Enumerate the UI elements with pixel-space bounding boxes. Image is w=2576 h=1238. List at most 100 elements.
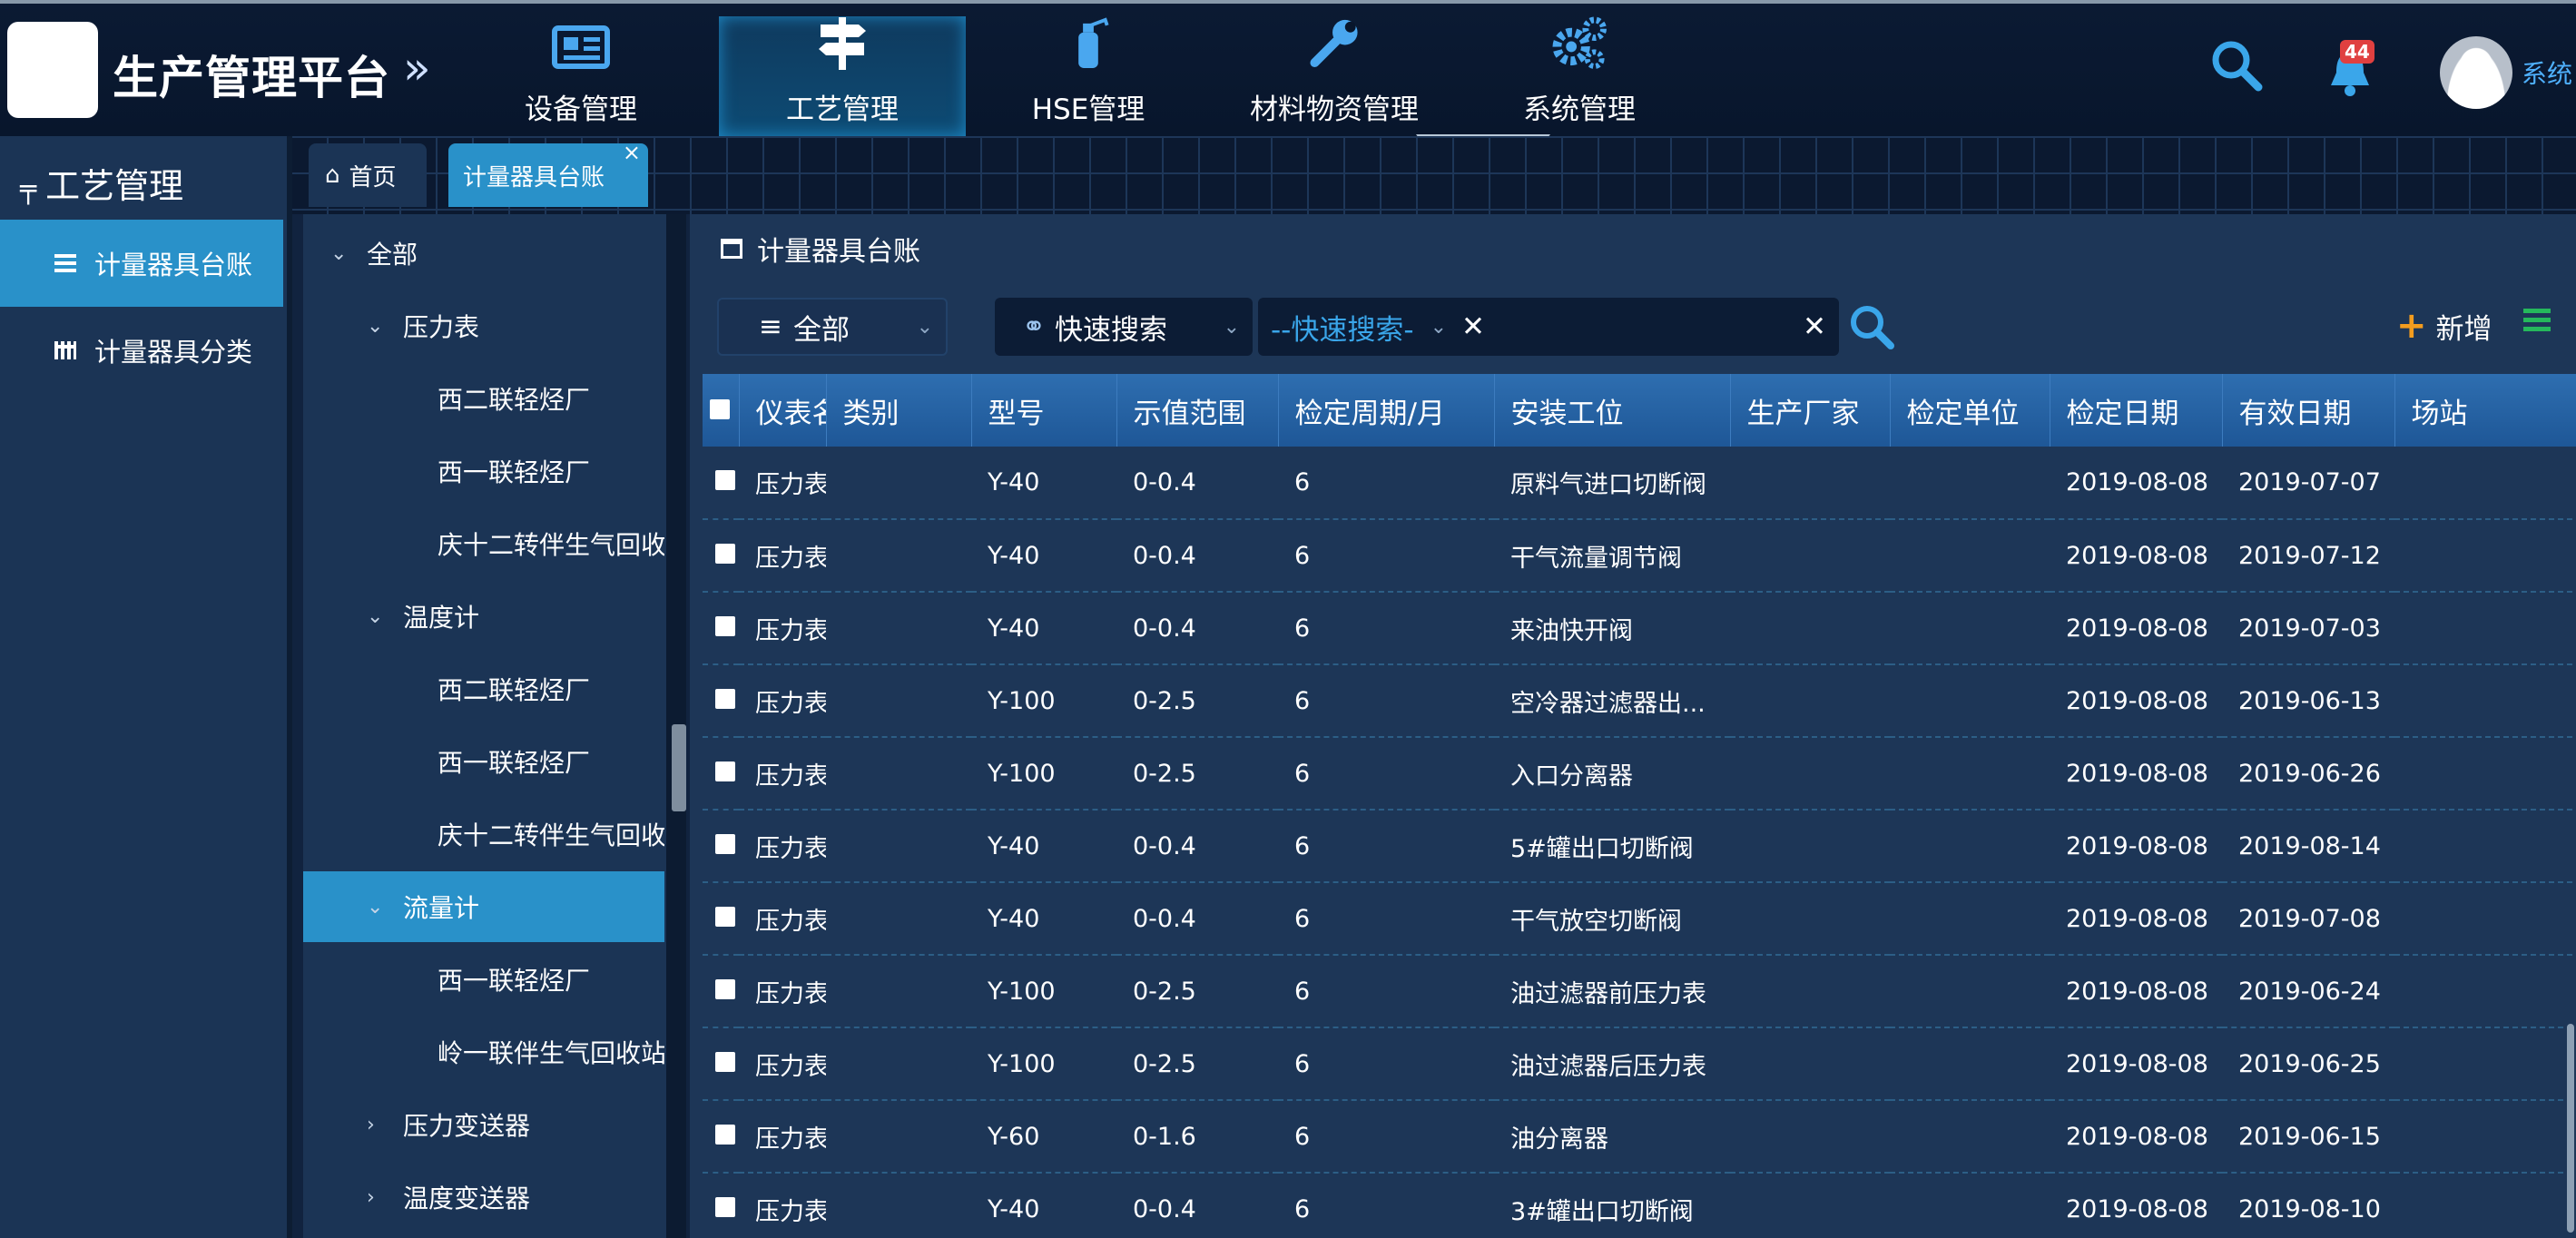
table-cell: 2019-07-08 — [2222, 882, 2394, 956]
table-cell — [1890, 955, 2050, 1028]
tree-node[interactable]: 西一联轻烃厂 — [303, 726, 664, 797]
table-cell — [1890, 1100, 2050, 1174]
tree-node[interactable]: › 温度变送器 — [303, 1162, 664, 1233]
table-cell: 压力表 — [739, 1027, 826, 1101]
tree-node[interactable]: 西二联轻烃厂 — [303, 653, 664, 724]
search-button-icon[interactable] — [1848, 303, 1895, 350]
table-cell — [2394, 737, 2576, 811]
row-checkbox[interactable] — [715, 1196, 735, 1217]
tree-node[interactable]: ⌄ 全部 — [303, 218, 664, 289]
tree-node[interactable]: 西一联轻烃厂 — [303, 944, 664, 1015]
table-cell: 2019-08-08 — [2050, 1027, 2222, 1101]
menu-toggle-icon[interactable]: » — [403, 42, 431, 94]
scrollbar[interactable] — [2567, 1024, 2574, 1233]
close-icon[interactable]: × — [623, 140, 641, 165]
tree-node[interactable]: ⌄ 流量计 — [303, 871, 664, 942]
row-checkbox[interactable] — [715, 906, 735, 927]
nav-hse[interactable]: HSE管理 — [1002, 16, 1175, 136]
clear-search-icon[interactable]: ✕ — [1803, 310, 1826, 343]
table-cell: 2019-07-03 — [2222, 592, 2394, 665]
row-checkbox[interactable] — [715, 1051, 735, 1072]
tree-node[interactable]: 西二联轻烃厂 — [303, 363, 664, 434]
chevron-down-icon[interactable]: ⌄ — [367, 896, 387, 919]
quick-search-select[interactable]: ⚭ 快速搜索 ⌄ — [995, 298, 1253, 356]
table-row[interactable]: 压力表 Y-60 0-1.6 6 油分离器 2019-08-08 2019-06-15 — [703, 1100, 2576, 1174]
row-checkbox[interactable] — [715, 1124, 735, 1145]
table-row[interactable]: 压力表 Y-40 0-0.4 6 干气流量调节阀 2019-08-08 2019-07-12 — [703, 519, 2576, 593]
table-cell — [1730, 1027, 1890, 1101]
search-input[interactable]: --快速搜索- ⌄ ✕ ✕ — [1258, 298, 1839, 356]
tab-ledger[interactable]: 计量器具台账 × — [448, 140, 648, 207]
chevron-down-icon[interactable]: ⌄ — [330, 242, 350, 265]
column-header[interactable]: 检定周期/月 — [1278, 374, 1495, 447]
column-header[interactable]: 仪表名称 — [739, 374, 827, 447]
table-cell: 2019-08-08 — [2050, 810, 2222, 883]
column-menu-icon[interactable] — [2523, 309, 2551, 334]
row-checkbox[interactable] — [715, 761, 735, 781]
column-header[interactable]: 示值范围 — [1116, 374, 1279, 447]
table-cell — [2394, 1173, 2576, 1238]
row-checkbox[interactable] — [715, 615, 735, 636]
sidebar-item-ledger[interactable]: 计量器具台账 — [0, 220, 283, 307]
table-cell: 6 — [1278, 955, 1494, 1028]
list-icon — [54, 254, 76, 272]
table-row[interactable]: 压力表 Y-100 0-2.5 6 油过滤器后压力表 2019-08-08 2019-06-… — [703, 1027, 2576, 1101]
table-row[interactable]: 压力表 Y-40 0-0.4 6 来油快开阀 2019-08-08 2019-07-03 — [703, 592, 2576, 665]
table-row[interactable]: 压力表 Y-40 0-0.4 6 干气放空切断阀 2019-08-08 2019-07-08 — [703, 882, 2576, 956]
chevron-down-icon[interactable]: ⌄ — [1431, 316, 1447, 339]
avatar[interactable] — [2440, 36, 2512, 109]
select-all-checkbox[interactable] — [710, 399, 730, 419]
column-header[interactable]: 检定日期 — [2050, 374, 2223, 447]
column-header[interactable]: 检定单位 — [1890, 374, 2050, 447]
nav-process[interactable]: 工艺管理 — [719, 16, 966, 136]
column-header[interactable]: 类别 — [826, 374, 972, 447]
sidebar-item-category[interactable]: 计量器具分类 — [0, 307, 283, 394]
table-cell: 5#罐出口切断阀 — [1494, 810, 1730, 883]
chevron-right-icon[interactable]: › — [367, 1186, 387, 1209]
nav-equipment[interactable]: 设备管理 — [497, 16, 664, 136]
nav-system[interactable]: 系统管理 — [1499, 16, 1659, 136]
user-name[interactable]: 系统 — [2522, 54, 2572, 91]
table-row[interactable]: 压力表 Y-40 0-0.4 6 原料气进口切断阀 2019-08-08 2019-07-0… — [703, 447, 2576, 520]
row-checkbox[interactable] — [715, 978, 735, 999]
column-header[interactable]: 有效日期 — [2222, 374, 2395, 447]
filter-select[interactable]: ≡ 全部 ⌄ — [717, 298, 948, 356]
table-row[interactable]: 压力表 Y-100 0-2.5 6 空冷器过滤器出... 2019-08-08 2019-0… — [703, 664, 2576, 738]
tree-node[interactable]: ⌄ 压力表 — [303, 290, 664, 361]
column-header[interactable]: 安装工位 — [1494, 374, 1731, 447]
chevron-down-icon[interactable]: ⌄ — [367, 605, 387, 628]
row-checkbox[interactable] — [715, 688, 735, 709]
table-cell: 2019-08-08 — [2050, 1100, 2222, 1174]
tree-node[interactable]: › 压力变送器 — [303, 1089, 664, 1160]
table-row[interactable]: 压力表 Y-40 0-0.4 6 5#罐出口切断阀 2019-08-08 2019-08-1… — [703, 810, 2576, 883]
tree-node[interactable]: 岭一联伴生气回收站 — [303, 1017, 664, 1087]
tree-node[interactable]: ⌄ 温度计 — [303, 581, 664, 652]
row-checkbox[interactable] — [715, 833, 735, 854]
column-header[interactable]: 场站 — [2394, 374, 2576, 447]
row-checkbox[interactable] — [715, 470, 735, 490]
column-header[interactable]: 型号 — [971, 374, 1117, 447]
add-button[interactable]: + 新增 — [2396, 305, 2492, 347]
chevron-right-icon[interactable]: › — [367, 1114, 387, 1136]
chevron-down-icon[interactable]: ⌄ — [367, 315, 387, 338]
clear-icon[interactable]: ✕ — [1461, 310, 1485, 343]
table-row[interactable]: 压力表 Y-100 0-2.5 6 油过滤器前压力表 2019-08-08 2019-06-… — [703, 955, 2576, 1028]
tree-node[interactable]: 庆十二转伴生气回收站 — [303, 508, 664, 579]
collapse-tree-handle[interactable] — [672, 724, 686, 811]
quick-search-label: 快速搜索 — [1054, 313, 1167, 347]
sidebar-item-label: 计量器具分类 — [94, 337, 253, 368]
main-panel: 计量器具台账 ≡ 全部 ⌄ ⚭快速搜索 ⌄ --快速搜索- ⌄ ✕ ✕ +新增 仪表名称类别… — [690, 214, 2576, 1238]
logo — [7, 22, 98, 118]
table-cell: 空冷器过滤器出... — [1494, 664, 1730, 738]
search-icon[interactable] — [2209, 38, 2264, 93]
column-header[interactable]: 生产厂家 — [1730, 374, 1891, 447]
nav-materials[interactable]: 材料物资管理 — [1225, 16, 1443, 136]
chevron-down-icon: ⌄ — [1223, 315, 1240, 339]
tree-node[interactable]: 西一联轻烃厂 — [303, 436, 664, 506]
tree-node[interactable]: 庆十二转伴生气回收站 — [303, 799, 664, 870]
table-cell: Y-40 — [971, 882, 1116, 956]
tab-home[interactable]: ⌂ 首页 — [309, 143, 427, 207]
table-row[interactable]: 压力表 Y-40 0-0.4 6 3#罐出口切断阀 2019-08-08 2019-08-1… — [703, 1173, 2576, 1238]
row-checkbox[interactable] — [715, 543, 735, 564]
table-row[interactable]: 压力表 Y-100 0-2.5 6 入口分离器 2019-08-08 2019-06-26 — [703, 737, 2576, 811]
